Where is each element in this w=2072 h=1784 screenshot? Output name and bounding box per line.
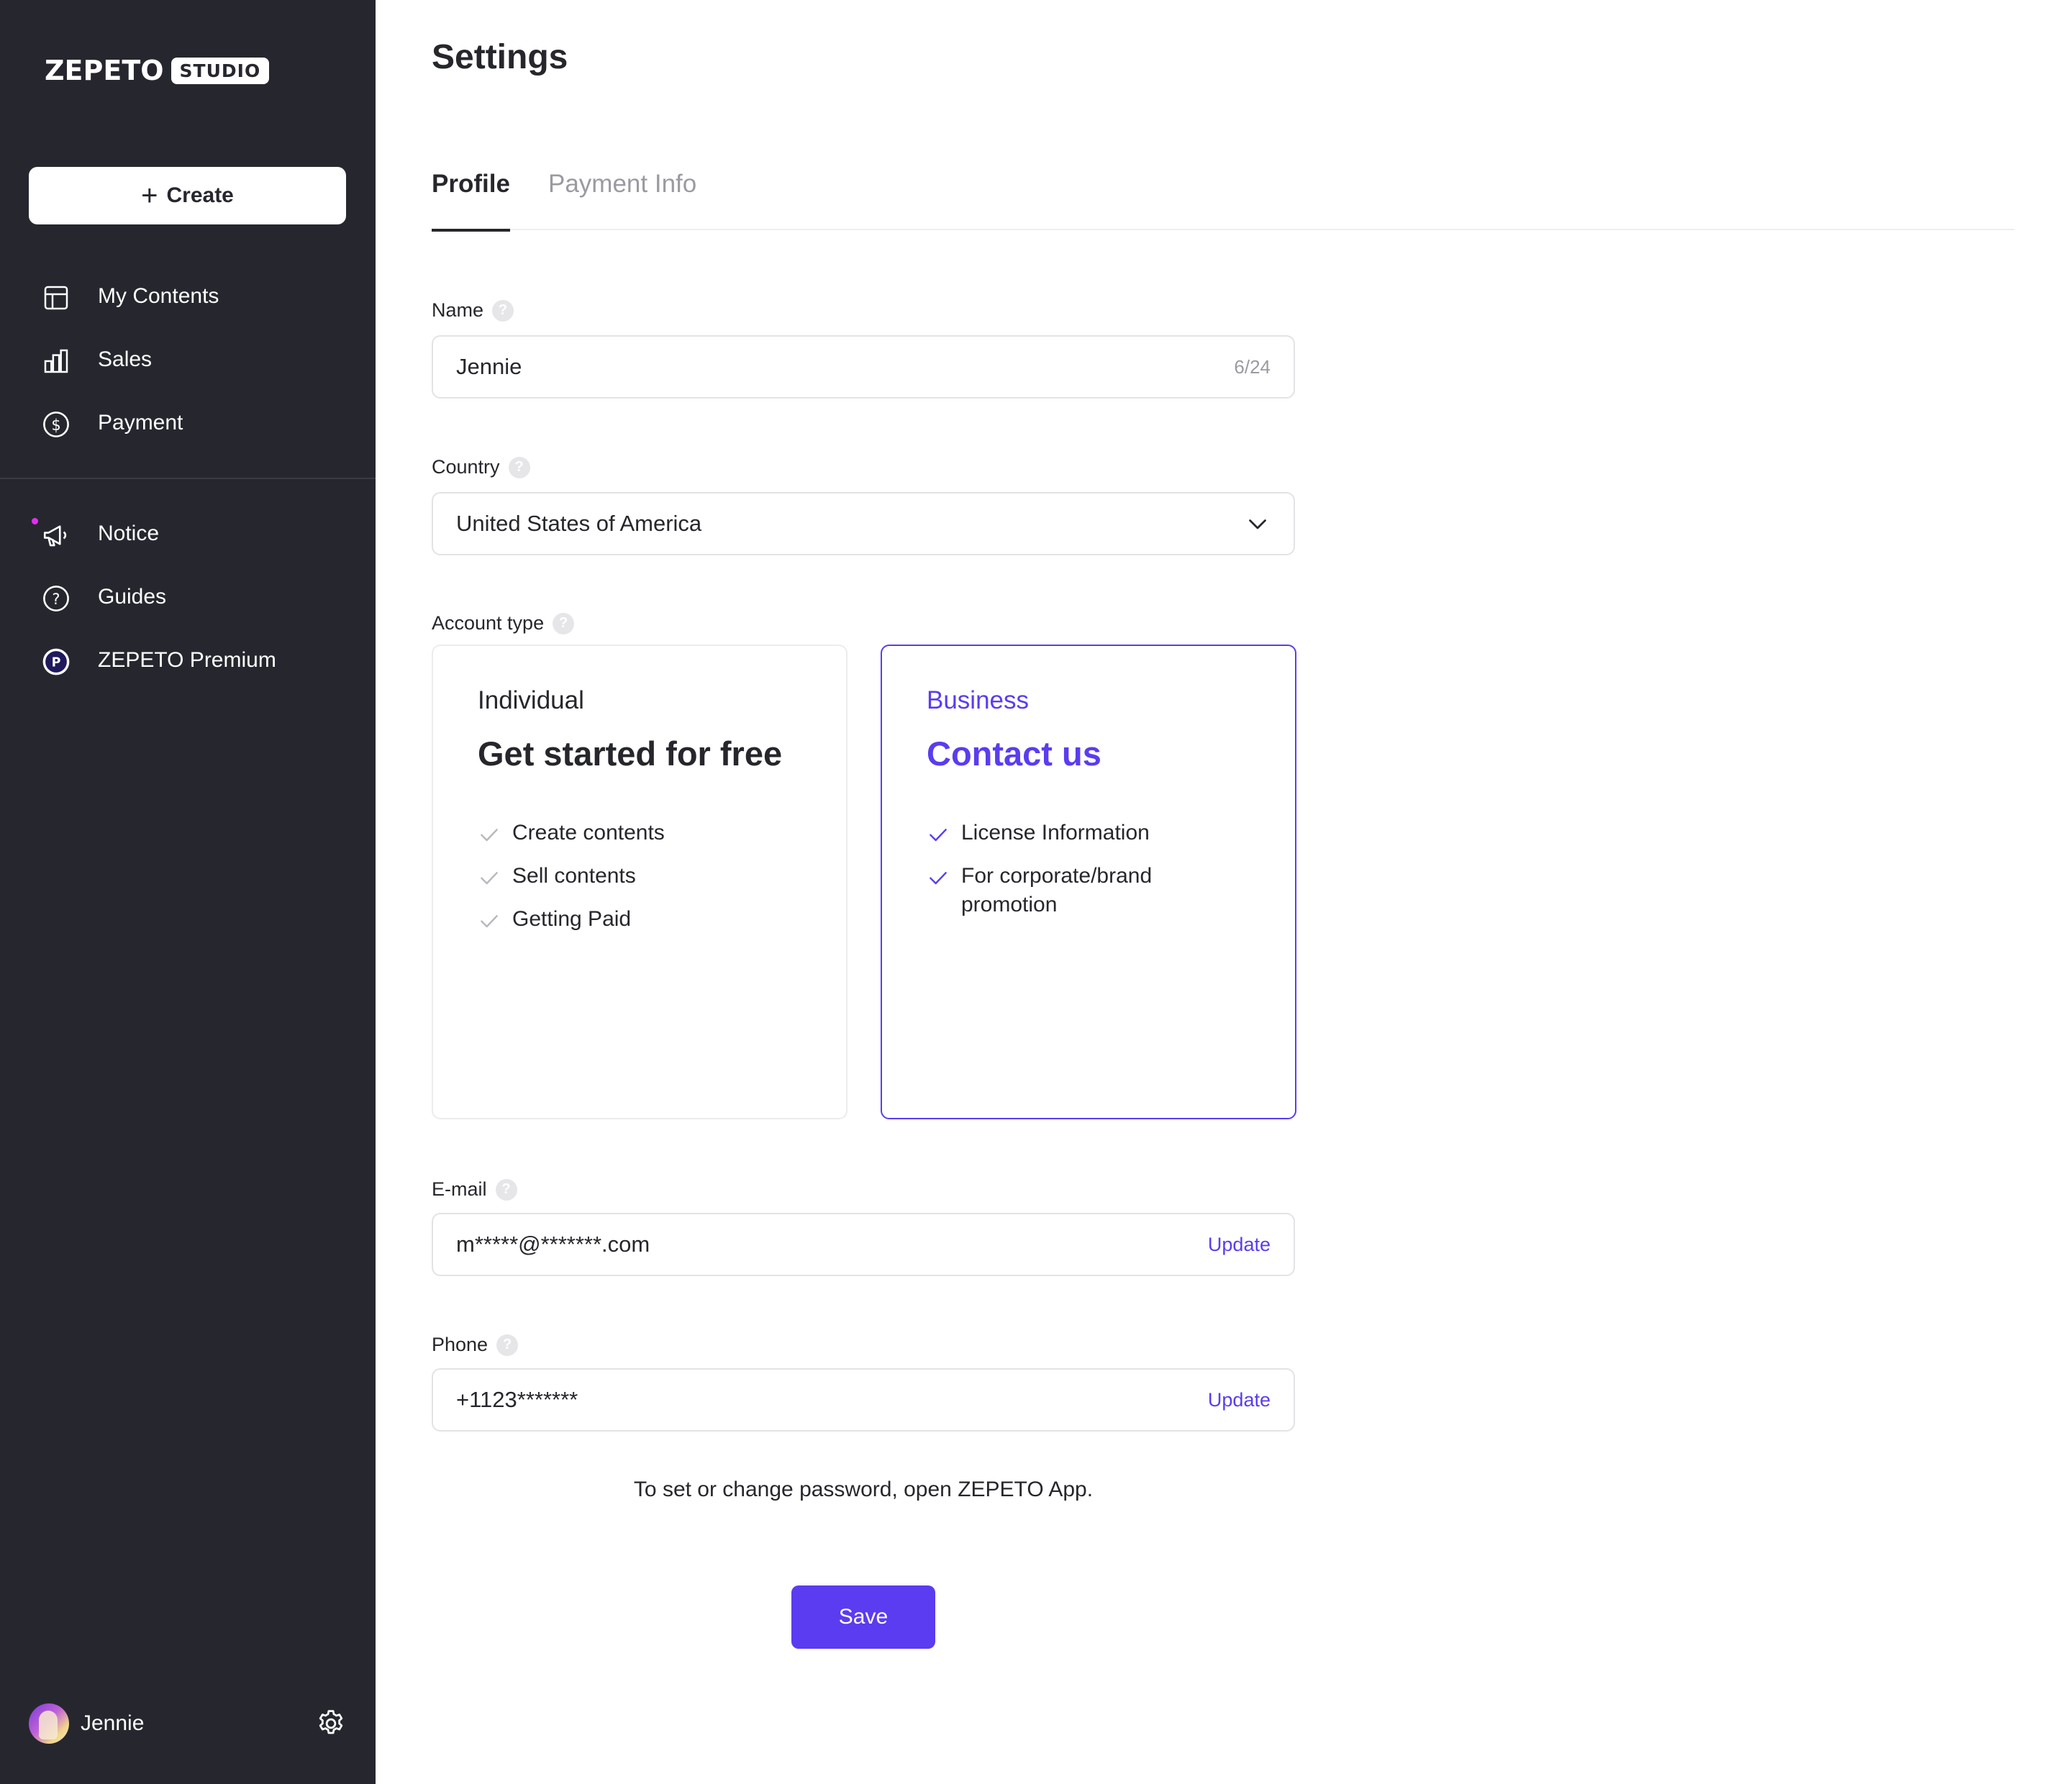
sidebar-divider: [0, 478, 376, 479]
sidebar-item-label: My Contents: [98, 284, 219, 308]
page-title: Settings: [432, 38, 568, 76]
create-button[interactable]: + Create: [29, 167, 346, 224]
check-icon: [930, 829, 947, 842]
sidebar-item-guides[interactable]: ? Guides: [0, 571, 376, 623]
phone-value: +1123*******: [456, 1387, 578, 1412]
help-icon[interactable]: ?: [495, 1178, 517, 1201]
phone-label: Phone ?: [432, 1334, 519, 1356]
check-icon: [930, 872, 947, 885]
chevron-down-icon: [1245, 511, 1271, 537]
country-label: Country ?: [432, 456, 530, 478]
help-icon[interactable]: ?: [553, 612, 575, 634]
email-label: E-mail ?: [432, 1178, 517, 1201]
svg-text:P: P: [52, 656, 61, 670]
tab-profile[interactable]: Profile: [432, 170, 510, 232]
country-value: United States of America: [456, 511, 702, 536]
name-value: Jennie: [456, 354, 522, 379]
country-label-text: Country: [432, 456, 500, 478]
name-field[interactable]: Jennie 6/24: [432, 335, 1295, 399]
sidebar-item-my-contents[interactable]: My Contents: [0, 270, 376, 322]
zepeto-studio-logo[interactable]: ZEPETO STUDIO: [45, 55, 270, 86]
password-note: To set or change password, open ZEPETO A…: [633, 1478, 1094, 1501]
email-field: m*****@*******.com Update: [432, 1213, 1295, 1276]
phone-field: +1123******* Update: [432, 1368, 1295, 1432]
feature-text: Sell contents: [512, 864, 636, 888]
phone-label-text: Phone: [432, 1334, 489, 1355]
gear-icon[interactable]: [315, 1708, 347, 1739]
phone-update-link[interactable]: Update: [1208, 1389, 1271, 1411]
feature-item: For corporate/brand promotion: [927, 862, 1206, 919]
email-value: m*****@*******.com: [456, 1232, 650, 1257]
feature-text: For corporate/brand promotion: [961, 864, 1153, 916]
tab-payment-info[interactable]: Payment Info: [548, 170, 696, 230]
avatar[interactable]: [29, 1703, 69, 1744]
logo-word: ZEPETO: [45, 55, 164, 86]
sidebar-item-label: Notice: [98, 522, 160, 545]
feature-item: License Information: [927, 819, 1263, 847]
logo-badge: STUDIO: [171, 57, 270, 84]
name-label: Name ?: [432, 299, 514, 322]
bar-chart-icon: [40, 345, 72, 377]
feature-item: Getting Paid: [478, 905, 814, 934]
card-headline: Get started for free: [478, 734, 783, 773]
check-icon: [481, 829, 498, 842]
dollar-circle-icon: $: [40, 409, 72, 440]
account-type-label: Account type ?: [432, 612, 575, 634]
name-label-text: Name: [432, 299, 484, 321]
plus-icon: +: [141, 180, 158, 211]
create-button-label: Create: [166, 183, 234, 207]
megaphone-icon: [40, 519, 72, 551]
account-type-individual-card[interactable]: Individual Get started for free Create c…: [432, 645, 848, 1119]
feature-text: Create contents: [512, 821, 665, 845]
svg-text:?: ?: [52, 591, 60, 608]
card-kind: Business: [927, 686, 1030, 714]
sidebar-item-notice[interactable]: Notice: [0, 508, 376, 560]
feature-item: Sell contents: [478, 862, 814, 891]
feature-text: License Information: [961, 821, 1150, 845]
country-select[interactable]: United States of America: [432, 492, 1295, 555]
card-kind: Individual: [478, 686, 584, 714]
user-profile: Jennie: [29, 1702, 347, 1745]
card-headline: Contact us: [927, 734, 1101, 773]
settings-tabs: Profile Payment Info: [432, 170, 2014, 232]
email-label-text: E-mail: [432, 1178, 487, 1200]
save-button[interactable]: Save: [791, 1585, 935, 1649]
feature-text: Getting Paid: [512, 907, 632, 931]
question-circle-icon: ?: [40, 583, 72, 614]
feature-item: Create contents: [478, 819, 814, 847]
account-type-label-text: Account type: [432, 612, 545, 634]
sidebar-item-zepeto-premium[interactable]: P ZEPETO Premium: [0, 634, 376, 686]
help-icon[interactable]: ?: [496, 1334, 519, 1356]
sidebar-item-payment[interactable]: $ Payment: [0, 397, 376, 449]
name-char-counter: 6/24: [1234, 355, 1271, 378]
check-icon: [481, 915, 498, 928]
premium-p-icon: P: [40, 646, 72, 678]
sidebar-item-sales[interactable]: Sales: [0, 334, 376, 386]
user-name[interactable]: Jennie: [81, 1711, 144, 1736]
sidebar: ZEPETO STUDIO + Create My Contents Sales: [0, 0, 376, 1784]
sidebar-item-label: ZEPETO Premium: [98, 648, 276, 672]
sidebar-item-label: Guides: [98, 585, 167, 609]
help-icon[interactable]: ?: [508, 456, 530, 478]
check-icon: [481, 872, 498, 885]
sidebar-item-label: Sales: [98, 347, 153, 371]
account-type-business-card[interactable]: Business Contact us License Information …: [881, 645, 1296, 1119]
layout-icon: [40, 282, 72, 314]
help-icon[interactable]: ?: [492, 299, 514, 322]
email-update-link[interactable]: Update: [1208, 1234, 1271, 1256]
sidebar-item-label: Payment: [98, 411, 183, 434]
svg-text:$: $: [51, 417, 60, 434]
